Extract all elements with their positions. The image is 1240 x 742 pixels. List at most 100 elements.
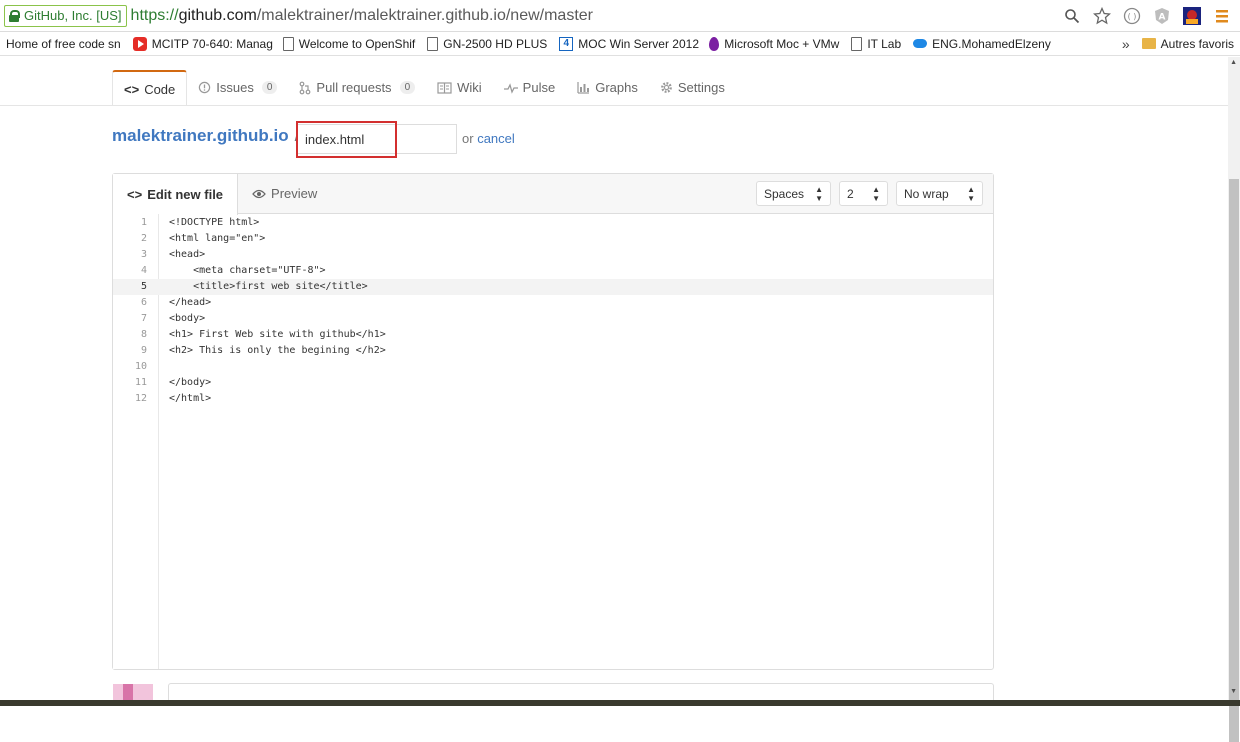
code-line[interactable]: 11 </body> (113, 375, 993, 391)
line-text: </html> (169, 393, 212, 404)
line-text: <body> (169, 313, 206, 324)
bookmark-item[interactable]: IT Lab (845, 32, 907, 55)
tab-settings[interactable]: Settings (649, 70, 736, 105)
url-host: github.com (178, 6, 257, 24)
line-number: 6 (140, 297, 147, 308)
line-text: <h2> This is only the begining </h2> (169, 345, 386, 356)
repo-nav: <> Code Issues 0 Pull requests 0 Wiki Pu… (112, 70, 736, 106)
page-scrollbar[interactable]: ▲ ▼ (1228, 57, 1240, 742)
star-icon[interactable] (1092, 6, 1112, 26)
repo-link[interactable]: malektrainer.github.io (112, 126, 289, 146)
page-icon (282, 36, 294, 51)
tab-preview[interactable]: Preview (238, 174, 331, 214)
tab-edit-new-file[interactable]: <> Edit new file (113, 173, 239, 215)
address-bar[interactable]: GitHub, Inc. [US] https://github.com/mal… (0, 0, 1240, 32)
menu-icon[interactable] (1212, 6, 1232, 26)
extension-circle-icon[interactable]: ( ) (1122, 6, 1142, 26)
indent-mode-select[interactable]: Spaces ▲ ▼ (756, 181, 831, 206)
tab-wiki[interactable]: Wiki (426, 70, 493, 105)
line-text: <title>first web site</title> (169, 281, 368, 292)
code-icon: <> (124, 81, 140, 97)
youtube-icon (132, 36, 147, 51)
code-line[interactable]: 12 </html> (113, 391, 993, 407)
line-number: 9 (140, 345, 147, 356)
svg-text:A: A (1159, 13, 1166, 23)
cancel-wrapper: or cancel (462, 131, 515, 146)
bookmark-item[interactable]: Microsoft Moc + VMw (703, 32, 845, 55)
zoom-icon[interactable] (1062, 6, 1082, 26)
wrap-mode-select[interactable]: No wrap ▲ ▼ (896, 181, 983, 206)
line-number: 10 (134, 361, 147, 372)
bookmark-item[interactable]: MCITP 70-640: Manag (127, 32, 277, 55)
tab-graphs[interactable]: Graphs (566, 70, 649, 105)
tab-pulse[interactable]: Pulse (493, 70, 567, 105)
scroll-down-icon[interactable]: ▼ (1230, 688, 1237, 695)
lock-icon (9, 9, 20, 22)
avatar-extension-icon[interactable] (1182, 6, 1202, 26)
code-line[interactable]: 2 <html lang="en"> (113, 231, 993, 247)
four-icon: 4 (559, 36, 574, 51)
code-line[interactable]: 3 <head> (113, 247, 993, 263)
os-taskbar (0, 700, 1240, 706)
gear-icon (660, 82, 672, 93)
line-number: 4 (140, 265, 147, 276)
bookmark-item[interactable]: ENG.MohamedElzeny (907, 32, 1057, 55)
scrollbar-thumb[interactable] (1229, 179, 1239, 742)
tab-pull-requests[interactable]: Pull requests 0 (288, 70, 426, 105)
breadcrumb: malektrainer.github.io / (112, 126, 305, 146)
security-badge-label: GitHub, Inc. [US] (24, 8, 122, 23)
line-text: <meta charset="UTF-8"> (169, 265, 326, 276)
drop-icon (709, 36, 720, 51)
filename-input[interactable] (297, 124, 457, 154)
eye-icon (252, 189, 266, 198)
line-number: 1 (140, 217, 147, 228)
tab-issues[interactable]: Issues 0 (187, 70, 288, 105)
bookmark-item[interactable]: Welcome to OpenShif (277, 32, 422, 55)
line-text: <!DOCTYPE html> (169, 217, 260, 228)
issues-counter: 0 (261, 81, 278, 94)
line-number: 3 (140, 249, 147, 260)
url-protocol: https:// (130, 6, 179, 24)
bookmarks-bar: Home of free code sn MCITP 70-640: Manag… (0, 32, 1240, 56)
line-text: </head> (169, 297, 212, 308)
line-number: 8 (140, 329, 147, 340)
scroll-up-icon[interactable]: ▲ (1230, 59, 1237, 66)
line-text: </body> (169, 377, 212, 388)
angular-extension-icon[interactable]: A (1152, 6, 1172, 26)
code-line[interactable]: 10 (113, 359, 993, 375)
svg-text:( ): ( ) (1128, 12, 1137, 21)
bookmark-item[interactable]: GN-2500 HD PLUS (421, 32, 553, 55)
page-icon (851, 36, 863, 51)
code-line[interactable]: 9 <h2> This is only the begining </h2> (113, 343, 993, 359)
indent-size-select[interactable]: 2 ▲ ▼ (839, 181, 888, 206)
file-editor: <> Edit new file Preview Spaces ▲ ▼ 2 ▲ ▼ No… (112, 173, 994, 670)
code-icon: <> (127, 186, 143, 202)
security-badge[interactable]: GitHub, Inc. [US] (4, 4, 127, 27)
bookmark-folder-other[interactable]: Autres favoris (1136, 32, 1240, 55)
code-line[interactable]: 8 <h1> First Web site with github</h1> (113, 327, 993, 343)
cloud-icon (913, 39, 928, 48)
code-area[interactable]: 1 <!DOCTYPE html> 2 <html lang="en"> 3 <head>… (113, 214, 993, 669)
nav-divider (0, 105, 1228, 106)
line-text: <head> (169, 249, 206, 260)
cancel-link[interactable]: cancel (477, 131, 515, 146)
pulse-icon (503, 82, 518, 94)
folder-icon (1141, 38, 1156, 49)
line-number: 5 (140, 281, 147, 292)
bookmark-item[interactable]: Home of free code sn (0, 32, 127, 55)
select-arrows-icon: ▲ ▼ (872, 184, 880, 203)
bookmarks-more-button[interactable]: » (1116, 36, 1136, 52)
code-line[interactable]: 5 <title>first web site</title> (113, 279, 993, 295)
editor-header: <> Edit new file Preview Spaces ▲ ▼ 2 ▲ ▼ No… (113, 173, 993, 215)
pull-request-icon (300, 81, 311, 94)
line-text: <html lang="en"> (169, 233, 266, 244)
bookmark-item[interactable]: 4 MOC Win Server 2012 (553, 32, 703, 55)
url-text[interactable]: https://github.com/malektrainer/malektra… (131, 7, 593, 25)
code-line[interactable]: 4 <meta charset="UTF-8"> (113, 263, 993, 279)
graph-icon (577, 82, 590, 94)
code-line[interactable]: 7 <body> (113, 311, 993, 327)
code-line[interactable]: 6 </head> (113, 295, 993, 311)
tab-code[interactable]: <> Code (112, 70, 188, 106)
code-line[interactable]: 1 <!DOCTYPE html> (113, 215, 993, 231)
line-number: 2 (140, 233, 147, 244)
